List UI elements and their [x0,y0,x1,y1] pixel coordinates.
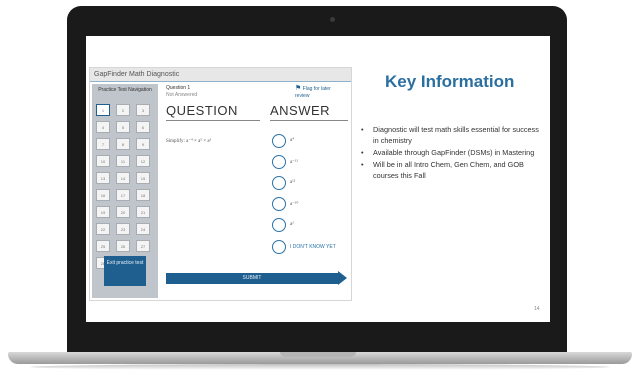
flag-label: Flag for later review [295,86,331,99]
exit-practice-test-button[interactable]: Exit practice test [104,256,146,286]
question-nav-cell[interactable]: 16 [96,189,110,201]
question-divider [166,120,260,121]
radio-button[interactable] [272,134,286,148]
answer-option-label: a² [290,222,294,227]
radio-button[interactable] [272,197,286,211]
question-nav-cell[interactable]: 23 [116,223,130,235]
question-nav-cell[interactable]: 19 [96,206,110,218]
diagnostic-app-window: GapFinder Math Diagnostic Practice Test … [89,67,352,301]
laptop-base-notch [280,352,356,357]
list-item: • Available through GapFinder (DSMs) in M… [361,147,546,158]
question-nav-cell[interactable]: 22 [96,223,110,235]
bullet-icon: • [361,148,364,157]
camera-dot [330,17,335,22]
question-nav-cell[interactable]: 25 [96,240,110,252]
slide-title: Key Information [385,72,515,91]
radio-button[interactable] [272,176,286,190]
answer-option-label: a¹² [290,180,296,185]
list-item: • Will be in all Intro Chem, Gen Chem, an… [361,159,546,181]
question-prompt: Simplify: a⁻⁴ × a⁵ × a³ [166,139,212,144]
question-nav-cell[interactable]: 1 [96,104,110,116]
submit-arrow-icon [338,271,347,285]
question-nav-cell[interactable]: 27 [136,240,150,252]
bullet-icon: • [361,160,364,169]
test-navigation-panel: Practice Test Navigation 1 2 3 4 5 6 7 8 9 10 11 12… [92,84,158,298]
question-grid: 1 2 3 4 5 6 7 8 9 10 11 12 13 14 15 16 17 18 19 20 21 22 23 24 2… [96,104,154,269]
question-nav-cell[interactable]: 24 [136,223,150,235]
radio-button[interactable] [272,155,286,169]
question-nav-cell[interactable]: 17 [116,189,130,201]
question-nav-cell[interactable]: 12 [136,155,150,167]
submit-button[interactable]: SUBMIT [166,273,338,284]
answer-option-label: a⁻¹² [290,160,298,165]
question-nav-cell[interactable]: 13 [96,172,110,184]
question-status: Not Answered [166,92,198,98]
question-number: Question 1 [166,85,191,91]
bullet-text: Will be in all Intro Chem, Gen Chem, and… [373,160,524,180]
question-nav-cell[interactable]: 20 [116,206,130,218]
answer-heading: ANSWER [270,103,331,118]
slide-page-number: 14 [534,306,540,312]
bullet-icon: • [361,125,364,134]
flag-icon: ⚑ [295,85,302,92]
answer-option[interactable]: a¹² [272,176,350,192]
answer-option[interactable]: a² [272,218,350,234]
answer-option-label: a⁴ [290,138,294,143]
question-nav-cell[interactable]: 9 [136,138,150,150]
question-nav-cell[interactable]: 10 [96,155,110,167]
app-title: GapFinder Math Diagnostic [90,68,351,82]
question-nav-cell[interactable]: 11 [116,155,130,167]
question-nav-cell[interactable]: 15 [136,172,150,184]
question-nav-cell[interactable]: 6 [136,121,150,133]
list-item: • Diagnostic will test math skills essent… [361,124,546,146]
question-nav-cell[interactable]: 7 [96,138,110,150]
laptop-shadow [30,364,610,370]
question-nav-cell[interactable]: 26 [116,240,130,252]
key-info-list: • Diagnostic will test math skills essent… [361,124,546,182]
flag-for-review-button[interactable]: ⚑ Flag for later review [295,85,345,100]
answer-option[interactable]: a⁻¹⁰ [272,197,350,213]
question-nav-cell[interactable]: 8 [116,138,130,150]
answer-option-label: a⁻¹⁰ [290,202,299,207]
question-nav-cell[interactable]: 4 [96,121,110,133]
radio-button[interactable] [272,218,286,232]
answer-option-label: I DON'T KNOW YET [290,244,336,250]
nav-title: Practice Test Navigation [98,87,152,93]
bullet-text: Diagnostic will test math skills essenti… [373,125,539,145]
radio-button[interactable] [272,240,286,254]
answer-divider [270,120,348,121]
question-nav-cell[interactable]: 14 [116,172,130,184]
question-nav-cell[interactable]: 5 [116,121,130,133]
answer-option[interactable]: a⁻¹² [272,155,350,171]
question-nav-cell[interactable]: 18 [136,189,150,201]
answer-option-dont-know[interactable]: I DON'T KNOW YET [272,240,350,256]
question-nav-cell[interactable]: 2 [116,104,130,116]
laptop-screen: GapFinder Math Diagnostic Practice Test … [86,36,550,322]
question-nav-cell[interactable]: 21 [136,206,150,218]
question-heading: QUESTION [166,103,238,118]
question-nav-cell[interactable]: 3 [136,104,150,116]
bullet-text: Available through GapFinder (DSMs) in Ma… [373,148,535,157]
answer-option[interactable]: a⁴ [272,134,350,150]
